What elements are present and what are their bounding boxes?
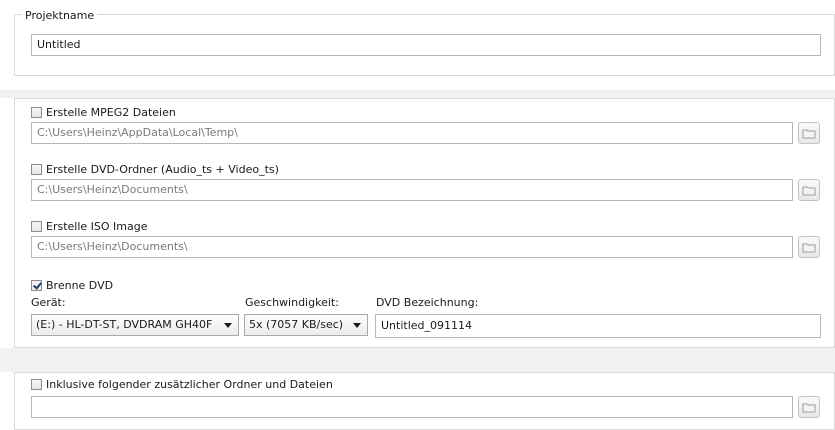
device-select-value: (E:) - HL-DT-ST, DVDRAM GH40F [36,318,213,331]
dvd-folder-path-input[interactable]: C:\Users\Heinz\Documents\ [31,179,793,201]
dvd-title-input[interactable]: Untitled_091114 [375,314,821,338]
folder-icon [802,403,816,412]
project-name-input[interactable]: Untitled [31,34,821,56]
chevron-down-icon [353,323,361,328]
burn-dvd-label: Brenne DVD [46,279,114,292]
dvd-folder-checkbox-row[interactable]: Erstelle DVD-Ordner (Audio_ts + Video_ts… [31,163,279,176]
separator-band-top [0,90,835,98]
iso-checkbox-row[interactable]: Erstelle ISO Image [31,220,148,233]
mpeg2-checkbox[interactable] [31,107,42,118]
iso-browse-button[interactable] [798,236,820,258]
speed-select[interactable]: 5x (7057 KB/sec) [244,314,368,336]
dvd-folder-checkbox[interactable] [31,164,42,175]
iso-path-input[interactable]: C:\Users\Heinz\Documents\ [31,236,793,258]
burn-dvd-checkbox-row[interactable]: Brenne DVD [31,279,113,292]
folder-icon [802,129,816,138]
project-name-legend: Projektname [22,9,98,22]
extra-files-path-input[interactable] [31,396,793,418]
dvd-folder-label: Erstelle DVD-Ordner (Audio_ts + Video_ts… [46,163,279,176]
extra-files-label: Inklusive folgender zusätzlicher Ordner … [46,378,333,391]
chevron-down-icon [224,323,232,328]
folder-icon [802,243,816,252]
extra-files-checkbox[interactable] [31,379,42,390]
burn-dvd-checkbox[interactable] [31,280,42,291]
speed-select-value: 5x (7057 KB/sec) [249,318,344,331]
mpeg2-browse-button[interactable] [798,122,820,144]
mpeg2-checkbox-row[interactable]: Erstelle MPEG2 Dateien [31,106,176,119]
extra-files-checkbox-row[interactable]: Inklusive folgender zusätzlicher Ordner … [31,378,333,391]
iso-label: Erstelle ISO Image [46,220,148,233]
separator-band-bottom [0,348,835,372]
device-select[interactable]: (E:) - HL-DT-ST, DVDRAM GH40F [31,314,239,336]
extra-files-browse-button[interactable] [798,396,820,418]
mpeg2-path-input[interactable]: C:\Users\Heinz\AppData\Local\Temp\ [31,122,793,144]
speed-label: Geschwindigkeit: [245,296,339,309]
dvd-folder-browse-button[interactable] [798,179,820,201]
folder-icon [802,186,816,195]
dvd-title-label: DVD Bezeichnung: [376,296,479,309]
mpeg2-label: Erstelle MPEG2 Dateien [46,106,176,119]
iso-checkbox[interactable] [31,221,42,232]
device-label: Gerät: [31,296,66,309]
